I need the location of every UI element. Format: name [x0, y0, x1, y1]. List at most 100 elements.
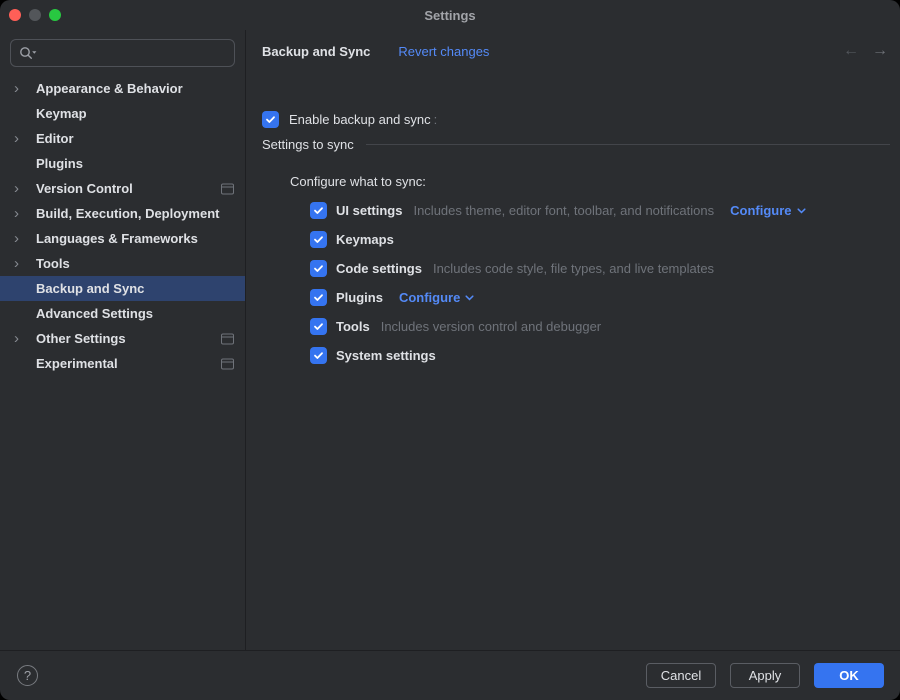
sync-item-tools: Tools Includes version control and debugg…: [310, 312, 890, 341]
sidebar-item-keymap[interactable]: Keymap: [0, 101, 245, 126]
content-header: Backup and Sync Revert changes ← →: [262, 43, 888, 59]
content-panel: Backup and Sync Revert changes ← → Enabl…: [246, 30, 900, 650]
sync-item-label[interactable]: UI settings: [336, 203, 402, 218]
forward-arrow-icon[interactable]: →: [872, 43, 888, 59]
chevron-down-icon: [465, 295, 474, 301]
pane-indicator-icon: [221, 333, 234, 344]
chevron-right-icon[interactable]: ›: [14, 182, 36, 196]
check-icon: [313, 234, 324, 245]
sidebar-item-label: Backup and Sync: [36, 281, 144, 296]
sidebar-item-label: Languages & Frameworks: [36, 231, 198, 246]
check-icon: [313, 205, 324, 216]
section-title: Settings to sync: [262, 137, 354, 152]
sidebar-item-label: Experimental: [36, 356, 118, 371]
enable-backup-row: Enable backup and sync :: [262, 111, 437, 128]
chevron-right-icon[interactable]: ›: [14, 257, 36, 271]
sidebar-item-version-control[interactable]: ›Version Control: [0, 176, 245, 201]
traffic-lights: [9, 0, 61, 30]
checkbox-checked[interactable]: [310, 318, 327, 335]
sync-item-keymaps: Keymaps: [310, 225, 890, 254]
settings-window: Settings ›Appearance & BehaviorKeymap›Ed…: [0, 0, 900, 700]
sync-item-code-settings: Code settingsIncludes code style, file t…: [310, 254, 890, 283]
checkbox-checked[interactable]: [310, 231, 327, 248]
sync-item-system-settings: System settings: [310, 341, 890, 370]
page-title: Backup and Sync: [262, 44, 370, 59]
sync-item-label[interactable]: Keymaps: [336, 232, 394, 247]
sidebar-item-label: Tools: [36, 256, 70, 271]
pane-indicator-icon: [221, 358, 234, 369]
settings-tree: ›Appearance & BehaviorKeymap›EditorPlugi…: [0, 76, 245, 376]
window-title: Settings: [424, 8, 475, 23]
chevron-down-icon: [797, 208, 806, 214]
sync-item-ui-settings: UI settings Includes theme, editor font, …: [310, 196, 890, 225]
sidebar-item-label: Plugins: [36, 156, 83, 171]
pane-indicator-icon: [221, 183, 234, 194]
check-icon: [265, 114, 276, 125]
checkbox-checked[interactable]: [310, 289, 327, 306]
sidebar-item-advanced-settings[interactable]: Advanced Settings: [0, 301, 245, 326]
sidebar-item-backup-and-sync[interactable]: Backup and Sync: [0, 276, 245, 301]
chevron-right-icon[interactable]: ›: [14, 82, 36, 96]
enable-backup-checkbox-checked[interactable]: [262, 111, 279, 128]
sidebar-item-build-execution-deployment[interactable]: ›Build, Execution, Deployment: [0, 201, 245, 226]
dialog-buttons: Cancel Apply OK: [646, 663, 884, 688]
check-icon: [313, 263, 324, 274]
chevron-right-icon[interactable]: ›: [14, 132, 36, 146]
configure-link-label: Configure: [399, 290, 460, 305]
sync-item-plugins: Plugins Configure: [310, 283, 890, 312]
configure-dropdown-link[interactable]: Configure: [399, 290, 474, 305]
apply-button[interactable]: Apply: [730, 663, 800, 688]
checkbox-checked[interactable]: [310, 347, 327, 364]
minimize-button: [29, 9, 41, 21]
sidebar-item-label: Editor: [36, 131, 74, 146]
sync-item-description: Includes theme, editor font, toolbar, an…: [413, 203, 714, 218]
configure-what-to-sync-label: Configure what to sync:: [290, 174, 426, 189]
chevron-down-icon: [465, 295, 474, 301]
cancel-button[interactable]: Cancel: [646, 663, 716, 688]
chevron-right-icon[interactable]: ›: [14, 232, 36, 246]
sidebar-item-experimental[interactable]: Experimental: [0, 351, 245, 376]
pane-indicator-icon: [221, 358, 234, 369]
zoom-button[interactable]: [49, 9, 61, 21]
sidebar-item-label: Keymap: [36, 106, 87, 121]
chevron-down-icon: [797, 208, 806, 214]
sidebar-item-plugins[interactable]: Plugins: [0, 151, 245, 176]
checkbox-checked[interactable]: [310, 202, 327, 219]
section-separator-line: [366, 144, 890, 145]
sidebar-item-label: Appearance & Behavior: [36, 81, 183, 96]
sidebar-item-editor[interactable]: ›Editor: [0, 126, 245, 151]
chevron-right-icon[interactable]: ›: [14, 332, 36, 346]
titlebar: Settings: [0, 0, 900, 30]
checkbox-checked[interactable]: [310, 260, 327, 277]
sidebar-item-appearance-behavior[interactable]: ›Appearance & Behavior: [0, 76, 245, 101]
configure-dropdown-link[interactable]: Configure: [730, 203, 805, 218]
sync-item-label[interactable]: Plugins: [336, 290, 383, 305]
close-button[interactable]: [9, 9, 21, 21]
pane-indicator-icon: [221, 333, 234, 344]
sidebar-item-other-settings[interactable]: ›Other Settings: [0, 326, 245, 351]
sync-item-description: Includes version control and debugger: [381, 319, 601, 334]
enable-backup-label[interactable]: Enable backup and sync: [289, 112, 431, 127]
sidebar-item-tools[interactable]: ›Tools: [0, 251, 245, 276]
main-split: ›Appearance & BehaviorKeymap›EditorPlugi…: [0, 30, 900, 650]
chevron-right-icon[interactable]: ›: [14, 207, 36, 221]
back-arrow-icon[interactable]: ←: [843, 43, 859, 59]
sidebar-item-label: Advanced Settings: [36, 306, 153, 321]
history-nav: ← →: [843, 43, 888, 59]
sync-item-label[interactable]: Tools: [336, 319, 370, 334]
help-icon[interactable]: ?: [17, 665, 38, 686]
sync-options-list: UI settings Includes theme, editor font, …: [310, 196, 890, 370]
sidebar-item-label: Other Settings: [36, 331, 126, 346]
ok-button[interactable]: OK: [814, 663, 884, 688]
search-input[interactable]: [38, 45, 226, 62]
sidebar-item-label: Build, Execution, Deployment: [36, 206, 219, 221]
search-box[interactable]: [10, 39, 235, 67]
sync-item-label[interactable]: Code settings: [336, 261, 422, 276]
search-icon: [19, 46, 38, 60]
pane-indicator-icon: [221, 183, 234, 194]
revert-changes-link[interactable]: Revert changes: [398, 44, 489, 59]
sidebar-item-languages-frameworks[interactable]: ›Languages & Frameworks: [0, 226, 245, 251]
sidebar-item-label: Version Control: [36, 181, 133, 196]
sync-item-label[interactable]: System settings: [336, 348, 436, 363]
check-icon: [313, 321, 324, 332]
